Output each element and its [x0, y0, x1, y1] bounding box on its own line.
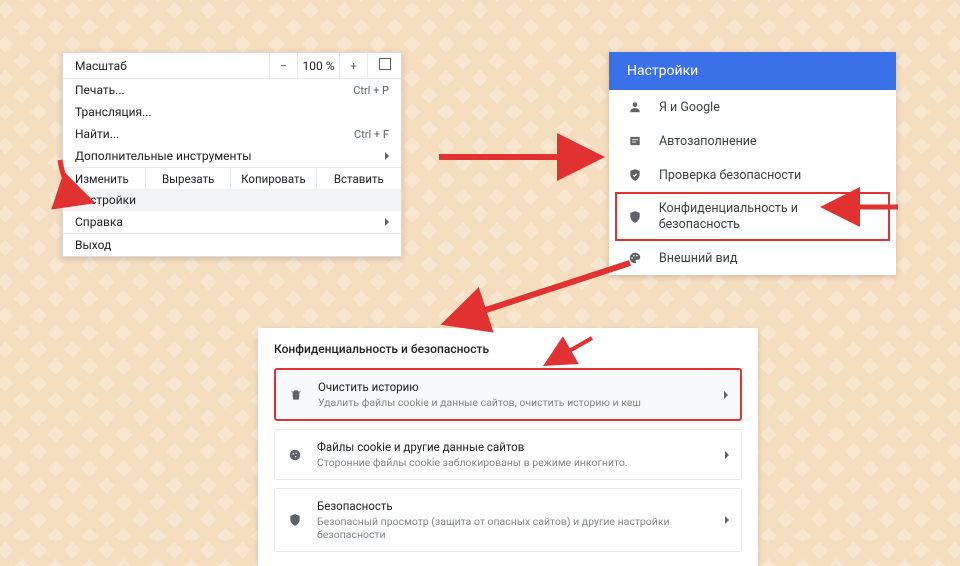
card-clear-history[interactable]: Очистить историю Удалить файлы cookie и … [274, 368, 742, 421]
zoom-value: 100 % [297, 53, 339, 78]
autofill-icon [627, 133, 643, 149]
shield-icon [287, 513, 303, 527]
sidebar-item-appearance[interactable]: Внешний вид [609, 241, 896, 275]
person-icon [627, 99, 643, 115]
copy-button[interactable]: Копировать [230, 168, 315, 189]
privacy-section: Конфиденциальность и безопасность Очисти… [258, 328, 758, 566]
paste-button[interactable]: Вставить [316, 168, 401, 189]
menu-item-more-tools[interactable]: Дополнительные инструменты [63, 145, 401, 167]
shield-check-icon [627, 167, 643, 183]
annotation-arrow-menu-to-sidebar [435, 143, 605, 177]
zoom-label: Масштаб [63, 59, 269, 73]
card-title: Файлы cookie и другие данные сайтов [317, 440, 711, 454]
menu-item-help[interactable]: Справка [63, 211, 401, 233]
annotation-arrow-sidebar-to-section [440, 255, 640, 339]
sidebar-item-label: Внешний вид [659, 251, 737, 266]
settings-sidebar: Настройки Я и Google Автозаполнение Пров… [609, 52, 896, 275]
sidebar-item-autofill[interactable]: Автозаполнение [609, 124, 896, 158]
trash-icon [288, 388, 304, 402]
annotation-arrow-to-privacy-item [822, 195, 902, 223]
menu-item-print[interactable]: Печать... Ctrl + P [63, 79, 401, 101]
annotation-arrow-to-settings-menu [54, 156, 104, 220]
sidebar-item-you-google[interactable]: Я и Google [609, 90, 896, 124]
sidebar-item-label: Автозаполнение [659, 134, 757, 149]
chevron-right-icon [385, 152, 389, 160]
zoom-row: Масштаб − 100 % + [63, 53, 401, 79]
card-cookies[interactable]: Файлы cookie и другие данные сайтов Стор… [274, 429, 742, 480]
card-subtitle: Удалить файлы cookie и данные сайтов, оч… [318, 396, 710, 409]
fullscreen-icon [379, 58, 391, 70]
sidebar-item-safety-check[interactable]: Проверка безопасности [609, 158, 896, 192]
card-title: Безопасность [317, 499, 711, 513]
zoom-out-button[interactable]: − [269, 53, 297, 78]
menu-item-exit[interactable]: Выход [63, 234, 401, 256]
cut-button[interactable]: Вырезать [145, 168, 230, 189]
zoom-in-button[interactable]: + [339, 53, 367, 78]
chrome-context-menu: Масштаб − 100 % + Печать... Ctrl + P Тра… [62, 52, 402, 257]
cookie-icon [287, 448, 303, 462]
chevron-right-icon [725, 516, 729, 524]
sidebar-item-label: Проверка безопасности [659, 168, 801, 183]
fullscreen-button[interactable] [367, 53, 401, 78]
card-title: Очистить историю [318, 380, 710, 394]
security-icon [627, 209, 643, 225]
chevron-right-icon [725, 451, 729, 459]
chevron-right-icon [724, 391, 728, 399]
edit-row: Изменить Вырезать Копировать Вставить [63, 167, 401, 189]
menu-item-cast[interactable]: Трансляция... [63, 101, 401, 123]
privacy-heading: Конфиденциальность и безопасность [274, 342, 742, 356]
card-subtitle: Сторонние файлы cookie заблокированы в р… [317, 456, 711, 469]
menu-item-find[interactable]: Найти... Ctrl + F [63, 123, 401, 145]
card-security[interactable]: Безопасность Безопасный просмотр (защита… [274, 488, 742, 552]
chevron-right-icon [385, 218, 389, 226]
sidebar-title: Настройки [609, 52, 896, 90]
menu-item-settings[interactable]: Настройки [63, 189, 401, 211]
annotation-arrow-to-clear-history [540, 332, 600, 376]
sidebar-item-label: Я и Google [659, 100, 720, 115]
card-subtitle: Безопасный просмотр (защита от опасных с… [317, 515, 711, 541]
